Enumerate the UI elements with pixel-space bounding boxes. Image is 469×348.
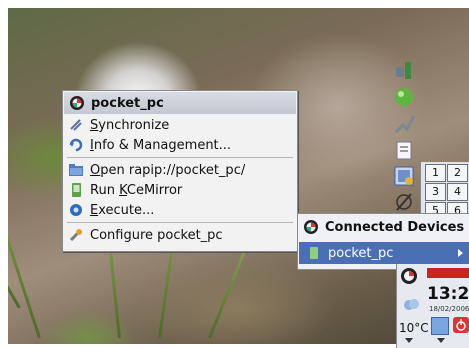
- menu-item-info-management[interactable]: Info & Management...: [63, 135, 297, 155]
- device-item-pocket-pc[interactable]: pocket_pc: [299, 242, 469, 264]
- menu-item-execute[interactable]: Execute...: [63, 200, 297, 220]
- pda-device-icon: [67, 181, 85, 199]
- synchronize-icon: [67, 116, 85, 134]
- synce-logo-icon: [302, 218, 320, 236]
- pocket-pc-context-menu: pocket_pc Synchronize Info & Management.…: [62, 90, 298, 252]
- menu-separator: [67, 222, 293, 223]
- folder-icon: [67, 161, 85, 179]
- connected-devices-menu: Connected Devices pocket_pc: [297, 213, 469, 270]
- system-tray: [388, 58, 420, 218]
- pocket-pc-device-icon[interactable]: [392, 164, 416, 188]
- submenu-arrow-icon: [458, 249, 463, 257]
- network-signal-icon[interactable]: [392, 58, 416, 82]
- synce-tray-icon[interactable]: [399, 266, 419, 286]
- grass-blade: [8, 128, 41, 339]
- wrench-icon: [67, 226, 85, 244]
- menu-item-open-rapip[interactable]: Open rapip://pocket_pc/: [63, 160, 297, 180]
- clock-time[interactable]: 13:25: [427, 284, 469, 304]
- menu-item-run-kcemirror[interactable]: Run KCeMirror: [63, 180, 297, 200]
- clock-panel: 13:25 18/02/2006 10°C: [396, 264, 469, 348]
- down-arrow-icon[interactable]: [405, 338, 413, 343]
- menu-title: pocket_pc: [91, 95, 164, 111]
- execute-gear-icon: [67, 201, 85, 219]
- weather-cloud-icon[interactable]: [401, 294, 421, 314]
- menu-item-configure[interactable]: Configure pocket_pc: [63, 225, 297, 245]
- menu-item-synchronize[interactable]: Synchronize: [63, 115, 297, 135]
- menu-separator: [67, 157, 293, 158]
- temperature-label: 10°C: [399, 321, 429, 335]
- red-status-bar: [427, 268, 469, 278]
- pda-device-icon: [305, 244, 323, 262]
- desktop-2-button[interactable]: 2: [447, 164, 468, 182]
- clipboard-icon[interactable]: [392, 138, 416, 162]
- save-disk-icon[interactable]: [431, 317, 449, 335]
- synce-logo-icon: [68, 94, 86, 112]
- disconnected-icon[interactable]: [392, 190, 416, 214]
- connected-devices-title: Connected Devices: [298, 214, 469, 240]
- clock-date: 18/02/2006: [429, 305, 469, 313]
- connector-plug-icon[interactable]: [392, 112, 416, 136]
- desktop-3-button[interactable]: 3: [425, 183, 446, 201]
- menu-title-bar: pocket_pc: [64, 92, 296, 114]
- down-arrow-icon[interactable]: [437, 338, 445, 343]
- green-ball-icon[interactable]: [392, 85, 416, 109]
- power-button-icon[interactable]: [453, 317, 469, 333]
- info-circle-icon: [67, 136, 85, 154]
- desktop-1-button[interactable]: 1: [425, 164, 446, 182]
- desktop-4-button[interactable]: 4: [447, 183, 468, 201]
